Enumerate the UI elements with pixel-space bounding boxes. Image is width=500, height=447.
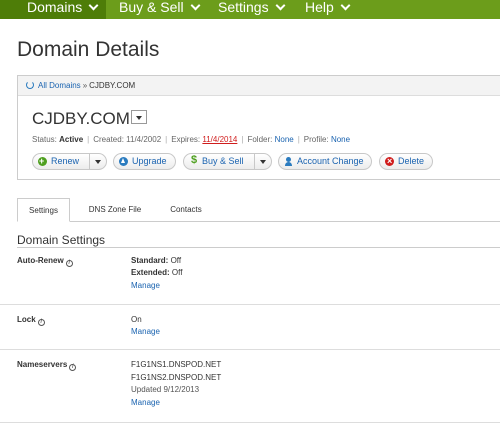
row-divider [0, 422, 500, 423]
refresh-icon[interactable] [26, 81, 34, 89]
breadcrumb: All Domains» CJDBY.COM [18, 76, 500, 96]
domain-dropdown-button[interactable] [131, 110, 147, 124]
renew-button[interactable]: Renew [32, 153, 107, 170]
caret-down-icon [95, 160, 101, 164]
user-icon [284, 157, 293, 166]
info-icon[interactable]: i [37, 319, 45, 326]
extended-value: Off [171, 268, 183, 277]
folder-label: Folder: [247, 135, 273, 144]
upgrade-label: Upgrade [132, 156, 167, 166]
nameservers-label: Nameservers i [17, 360, 77, 371]
dollar-icon: $ [191, 154, 198, 166]
account-change-label: Account Change [297, 156, 364, 166]
profile-value[interactable]: None [331, 135, 350, 144]
nameservers-manage-link[interactable]: Manage [131, 398, 160, 407]
expires-label: Expires: [171, 135, 201, 144]
created-value: 11/4/2002 [126, 135, 162, 144]
account-change-button[interactable]: Account Change [278, 153, 372, 170]
status-label: Status: [32, 135, 57, 144]
tab-settings[interactable]: Settings [17, 198, 70, 222]
caret-down-icon [136, 116, 142, 120]
top-nav: Domains Buy & Sell Settings Help [0, 0, 500, 19]
renew-dropdown[interactable] [89, 154, 106, 169]
upgrade-button[interactable]: Upgrade [113, 153, 176, 170]
nav-help-label: Help [305, 0, 334, 15]
nameserver-2: F1G1NS2.DNSPOD.NET [131, 373, 222, 382]
delete-icon [385, 154, 394, 169]
profile-label: Profile: [303, 135, 329, 144]
created-label: Created: [93, 135, 124, 144]
section-divider [17, 247, 500, 248]
section-title: Domain Settings [17, 233, 106, 247]
buy-sell-button[interactable]: $ Buy & Sell [183, 153, 272, 170]
divider: | [165, 135, 168, 144]
info-icon[interactable]: i [65, 260, 73, 267]
lock-label: Lock i [17, 315, 45, 326]
auto-renew-label-text: Auto-Renew [17, 256, 64, 265]
tab-dns-zone-file[interactable]: DNS Zone File [78, 198, 152, 222]
divider: | [87, 135, 90, 144]
nav-settings[interactable]: Settings [218, 0, 286, 19]
plus-icon [38, 154, 47, 169]
domain-card: All Domains» CJDBY.COM CJDBY.COM Status: … [17, 75, 500, 180]
breadcrumb-separator: » [82, 81, 88, 90]
nav-buy-sell[interactable]: Buy & Sell [119, 0, 201, 19]
lock-value: On [131, 315, 142, 324]
standard-value: Off [170, 256, 182, 265]
buy-sell-dropdown[interactable] [254, 154, 271, 169]
row-divider [0, 304, 500, 305]
lock-label-text: Lock [17, 315, 36, 324]
auto-renew-standard: Standard: Off [131, 256, 181, 265]
nameservers-label-text: Nameservers [17, 360, 68, 369]
folder-value[interactable]: None [275, 135, 294, 144]
upgrade-icon [119, 157, 128, 166]
nav-domains-label: Domains [27, 0, 83, 15]
status-value: Active [59, 135, 84, 144]
delete-label: Delete [398, 156, 425, 166]
delete-button[interactable]: Delete [379, 153, 433, 170]
divider: | [241, 135, 244, 144]
domain-status-line: Status: Active | Created: 11/4/2002 | Expire… [32, 135, 350, 144]
nameservers-updated: Updated 9/12/2013 [131, 385, 200, 394]
nameserver-1: F1G1NS1.DNSPOD.NET [131, 360, 222, 369]
expires-value[interactable]: 11/4/2014 [202, 135, 237, 144]
row-divider [0, 349, 500, 350]
lock-manage-link[interactable]: Manage [131, 327, 160, 336]
domain-name: CJDBY.COM [32, 109, 130, 128]
info-icon[interactable]: i [69, 364, 77, 371]
nav-settings-label: Settings [218, 0, 269, 15]
auto-renew-label: Auto-Renew i [17, 256, 73, 267]
breadcrumb-current: CJDBY.COM [89, 81, 136, 90]
nav-help[interactable]: Help [305, 0, 351, 19]
auto-renew-manage-link[interactable]: Manage [131, 281, 160, 290]
tab-contacts[interactable]: Contacts [158, 198, 214, 222]
standard-label: Standard: [131, 256, 169, 265]
divider: | [297, 135, 300, 144]
chevron-down-icon [190, 0, 201, 11]
auto-renew-extended: Extended: Off [131, 268, 182, 277]
caret-down-icon [260, 160, 266, 164]
extended-label: Extended: [131, 268, 170, 277]
chevron-down-icon [88, 0, 99, 11]
chevron-down-icon [275, 0, 286, 11]
nav-domains[interactable]: Domains [0, 0, 106, 19]
page-title: Domain Details [17, 38, 160, 61]
renew-label: Renew [51, 156, 80, 166]
nav-buy-sell-label: Buy & Sell [119, 0, 184, 15]
buy-sell-label: Buy & Sell [202, 156, 244, 166]
chevron-down-icon [340, 0, 351, 11]
breadcrumb-all-domains[interactable]: All Domains [38, 81, 81, 90]
